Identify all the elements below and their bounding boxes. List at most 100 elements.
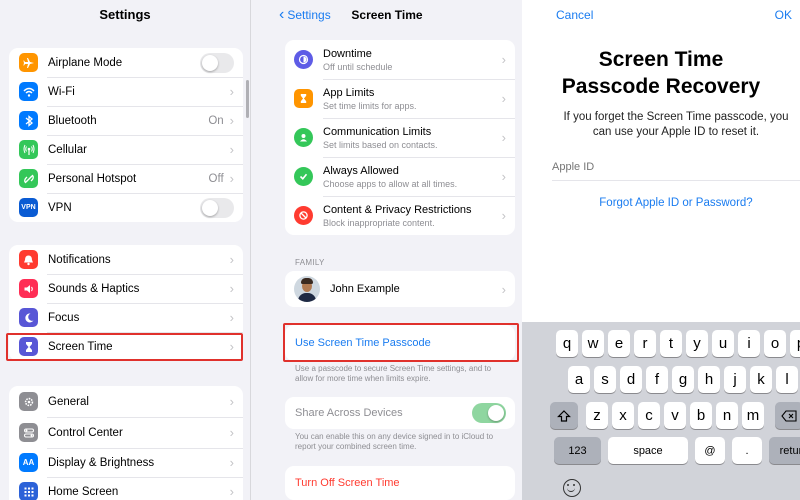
key-l[interactable]: l — [776, 366, 798, 393]
passcode-footer: Use a passcode to secure Screen Time set… — [295, 364, 492, 383]
settings-item-label: Home Screen — [48, 485, 119, 498]
key-d[interactable]: d — [620, 366, 642, 393]
at-key[interactable]: @ — [695, 437, 725, 464]
key-w[interactable]: w — [582, 330, 604, 357]
key-q[interactable]: q — [556, 330, 578, 357]
checkmark-icon — [294, 167, 313, 186]
settings-item-focus[interactable]: Focus › — [9, 303, 243, 332]
cancel-button[interactable]: Cancel — [556, 0, 593, 30]
return-key[interactable]: return — [769, 437, 800, 464]
chevron-right-icon: › — [501, 281, 506, 297]
hotspot-icon — [19, 169, 38, 188]
key-a[interactable]: a — [568, 366, 590, 393]
key-c[interactable]: c — [638, 402, 660, 429]
title-line-1: Screen Time — [598, 48, 724, 71]
settings-item-label: Notifications — [48, 253, 111, 266]
chevron-right-icon: › — [229, 252, 234, 267]
screen-time-options: Downtime Off until schedule › App Limits S… — [285, 40, 515, 235]
gear-icon — [19, 392, 38, 411]
key-b[interactable]: b — [690, 402, 712, 429]
avatar — [294, 276, 320, 302]
settings-item-bluetooth[interactable]: Bluetooth On › — [9, 106, 243, 135]
settings-item-label: Bluetooth — [48, 114, 97, 127]
ok-button[interactable]: OK — [775, 0, 792, 30]
option-always-allowed[interactable]: Always Allowed Choose apps to allow at al… — [285, 157, 515, 196]
title-line-2: Passcode Recovery — [561, 75, 761, 98]
settings-item-notifications[interactable]: Notifications › — [9, 245, 243, 274]
hourglass-icon — [294, 89, 313, 108]
key-x[interactable]: x — [612, 402, 634, 429]
cellular-icon — [19, 140, 38, 159]
space-key[interactable]: space — [608, 437, 688, 464]
shift-key[interactable] — [550, 402, 578, 429]
settings-item-control-center[interactable]: Control Center › — [9, 417, 243, 448]
key-v[interactable]: v — [664, 402, 686, 429]
key-f[interactable]: f — [646, 366, 668, 393]
settings-item-vpn[interactable]: VPN VPN — [9, 193, 243, 222]
key-t[interactable]: t — [660, 330, 682, 357]
key-e[interactable]: e — [608, 330, 630, 357]
vpn-toggle[interactable] — [200, 197, 234, 218]
settings-item-airplane-mode[interactable]: Airplane Mode — [9, 48, 243, 77]
settings-item-home-screen[interactable]: Home Screen › — [9, 477, 243, 500]
apple-id-input[interactable] — [552, 158, 800, 176]
restriction-icon — [294, 206, 313, 225]
description-line-2: can use your Apple ID to reset it. — [592, 126, 760, 138]
option-content-privacy[interactable]: Content & Privacy Restrictions Block inap… — [285, 196, 515, 235]
option-title: Always Allowed — [323, 164, 399, 177]
settings-item-general[interactable]: General › — [9, 386, 243, 417]
family-group: John Example › — [285, 271, 515, 307]
settings-navbar: Settings — [0, 0, 250, 30]
key-u[interactable]: u — [712, 330, 734, 357]
chevron-right-icon: › — [229, 142, 234, 157]
numbers-key[interactable]: 123 — [554, 437, 601, 464]
settings-item-personal-hotspot[interactable]: Personal Hotspot Off › — [9, 164, 243, 193]
settings-group-general: General › Control Center › AA Display & … — [9, 386, 243, 500]
share-across-devices-toggle[interactable] — [472, 403, 506, 423]
settings-item-sounds-haptics[interactable]: Sounds & Haptics › — [9, 274, 243, 303]
screen-time-highlight — [6, 333, 243, 361]
option-app-limits[interactable]: App Limits Set time limits for apps. › — [285, 79, 515, 118]
family-member-row[interactable]: John Example › — [285, 271, 515, 307]
key-p[interactable]: p — [790, 330, 800, 357]
key-j[interactable]: j — [724, 366, 746, 393]
settings-item-wifi[interactable]: Wi-Fi › — [9, 77, 243, 106]
key-i[interactable]: i — [738, 330, 760, 357]
key-n[interactable]: n — [716, 402, 738, 429]
airplane-mode-toggle[interactable] — [200, 52, 234, 73]
screen-time-panel: ‹ Settings Screen Time Downtime Off until … — [250, 0, 522, 500]
grid-icon — [19, 482, 38, 500]
option-subtitle: Block inappropriate content. — [323, 217, 435, 228]
dot-key[interactable]: . — [732, 437, 762, 464]
delete-key[interactable] — [775, 402, 800, 429]
key-z[interactable]: z — [586, 402, 608, 429]
key-o[interactable]: o — [764, 330, 786, 357]
scrollbar[interactable] — [246, 80, 249, 118]
key-r[interactable]: r — [634, 330, 656, 357]
key-m[interactable]: m — [742, 402, 764, 429]
settings-item-label: General — [48, 395, 89, 408]
key-k[interactable]: k — [750, 366, 772, 393]
keyboard-row-2: asdfghjkl — [522, 366, 800, 393]
turn-off-screen-time-button[interactable]: Turn Off Screen Time — [285, 466, 515, 500]
chevron-right-icon: › — [229, 171, 234, 186]
keyboard-row-1: qwertyuiop — [522, 330, 800, 357]
key-s[interactable]: s — [594, 366, 616, 393]
emoji-icon[interactable] — [563, 479, 581, 497]
settings-item-display-brightness[interactable]: AA Display & Brightness › — [9, 448, 243, 477]
wifi-icon — [19, 82, 38, 101]
bluetooth-status: On — [208, 114, 224, 127]
chevron-right-icon: › — [501, 169, 506, 184]
key-y[interactable]: y — [686, 330, 708, 357]
key-g[interactable]: g — [672, 366, 694, 393]
settings-item-cellular[interactable]: Cellular › — [9, 135, 243, 164]
option-downtime[interactable]: Downtime Off until schedule › — [285, 40, 515, 79]
settings-item-label: Control Center — [48, 426, 123, 439]
option-communication-limits[interactable]: Communication Limits Set limits based on … — [285, 118, 515, 157]
option-title: Downtime — [323, 47, 372, 60]
forgot-apple-id-link[interactable]: Forgot Apple ID or Password? — [552, 197, 800, 209]
key-h[interactable]: h — [698, 366, 720, 393]
option-subtitle: Choose apps to allow at all times. — [323, 178, 458, 189]
settings-item-label: Sounds & Haptics — [48, 282, 140, 295]
chevron-right-icon: › — [229, 394, 234, 409]
